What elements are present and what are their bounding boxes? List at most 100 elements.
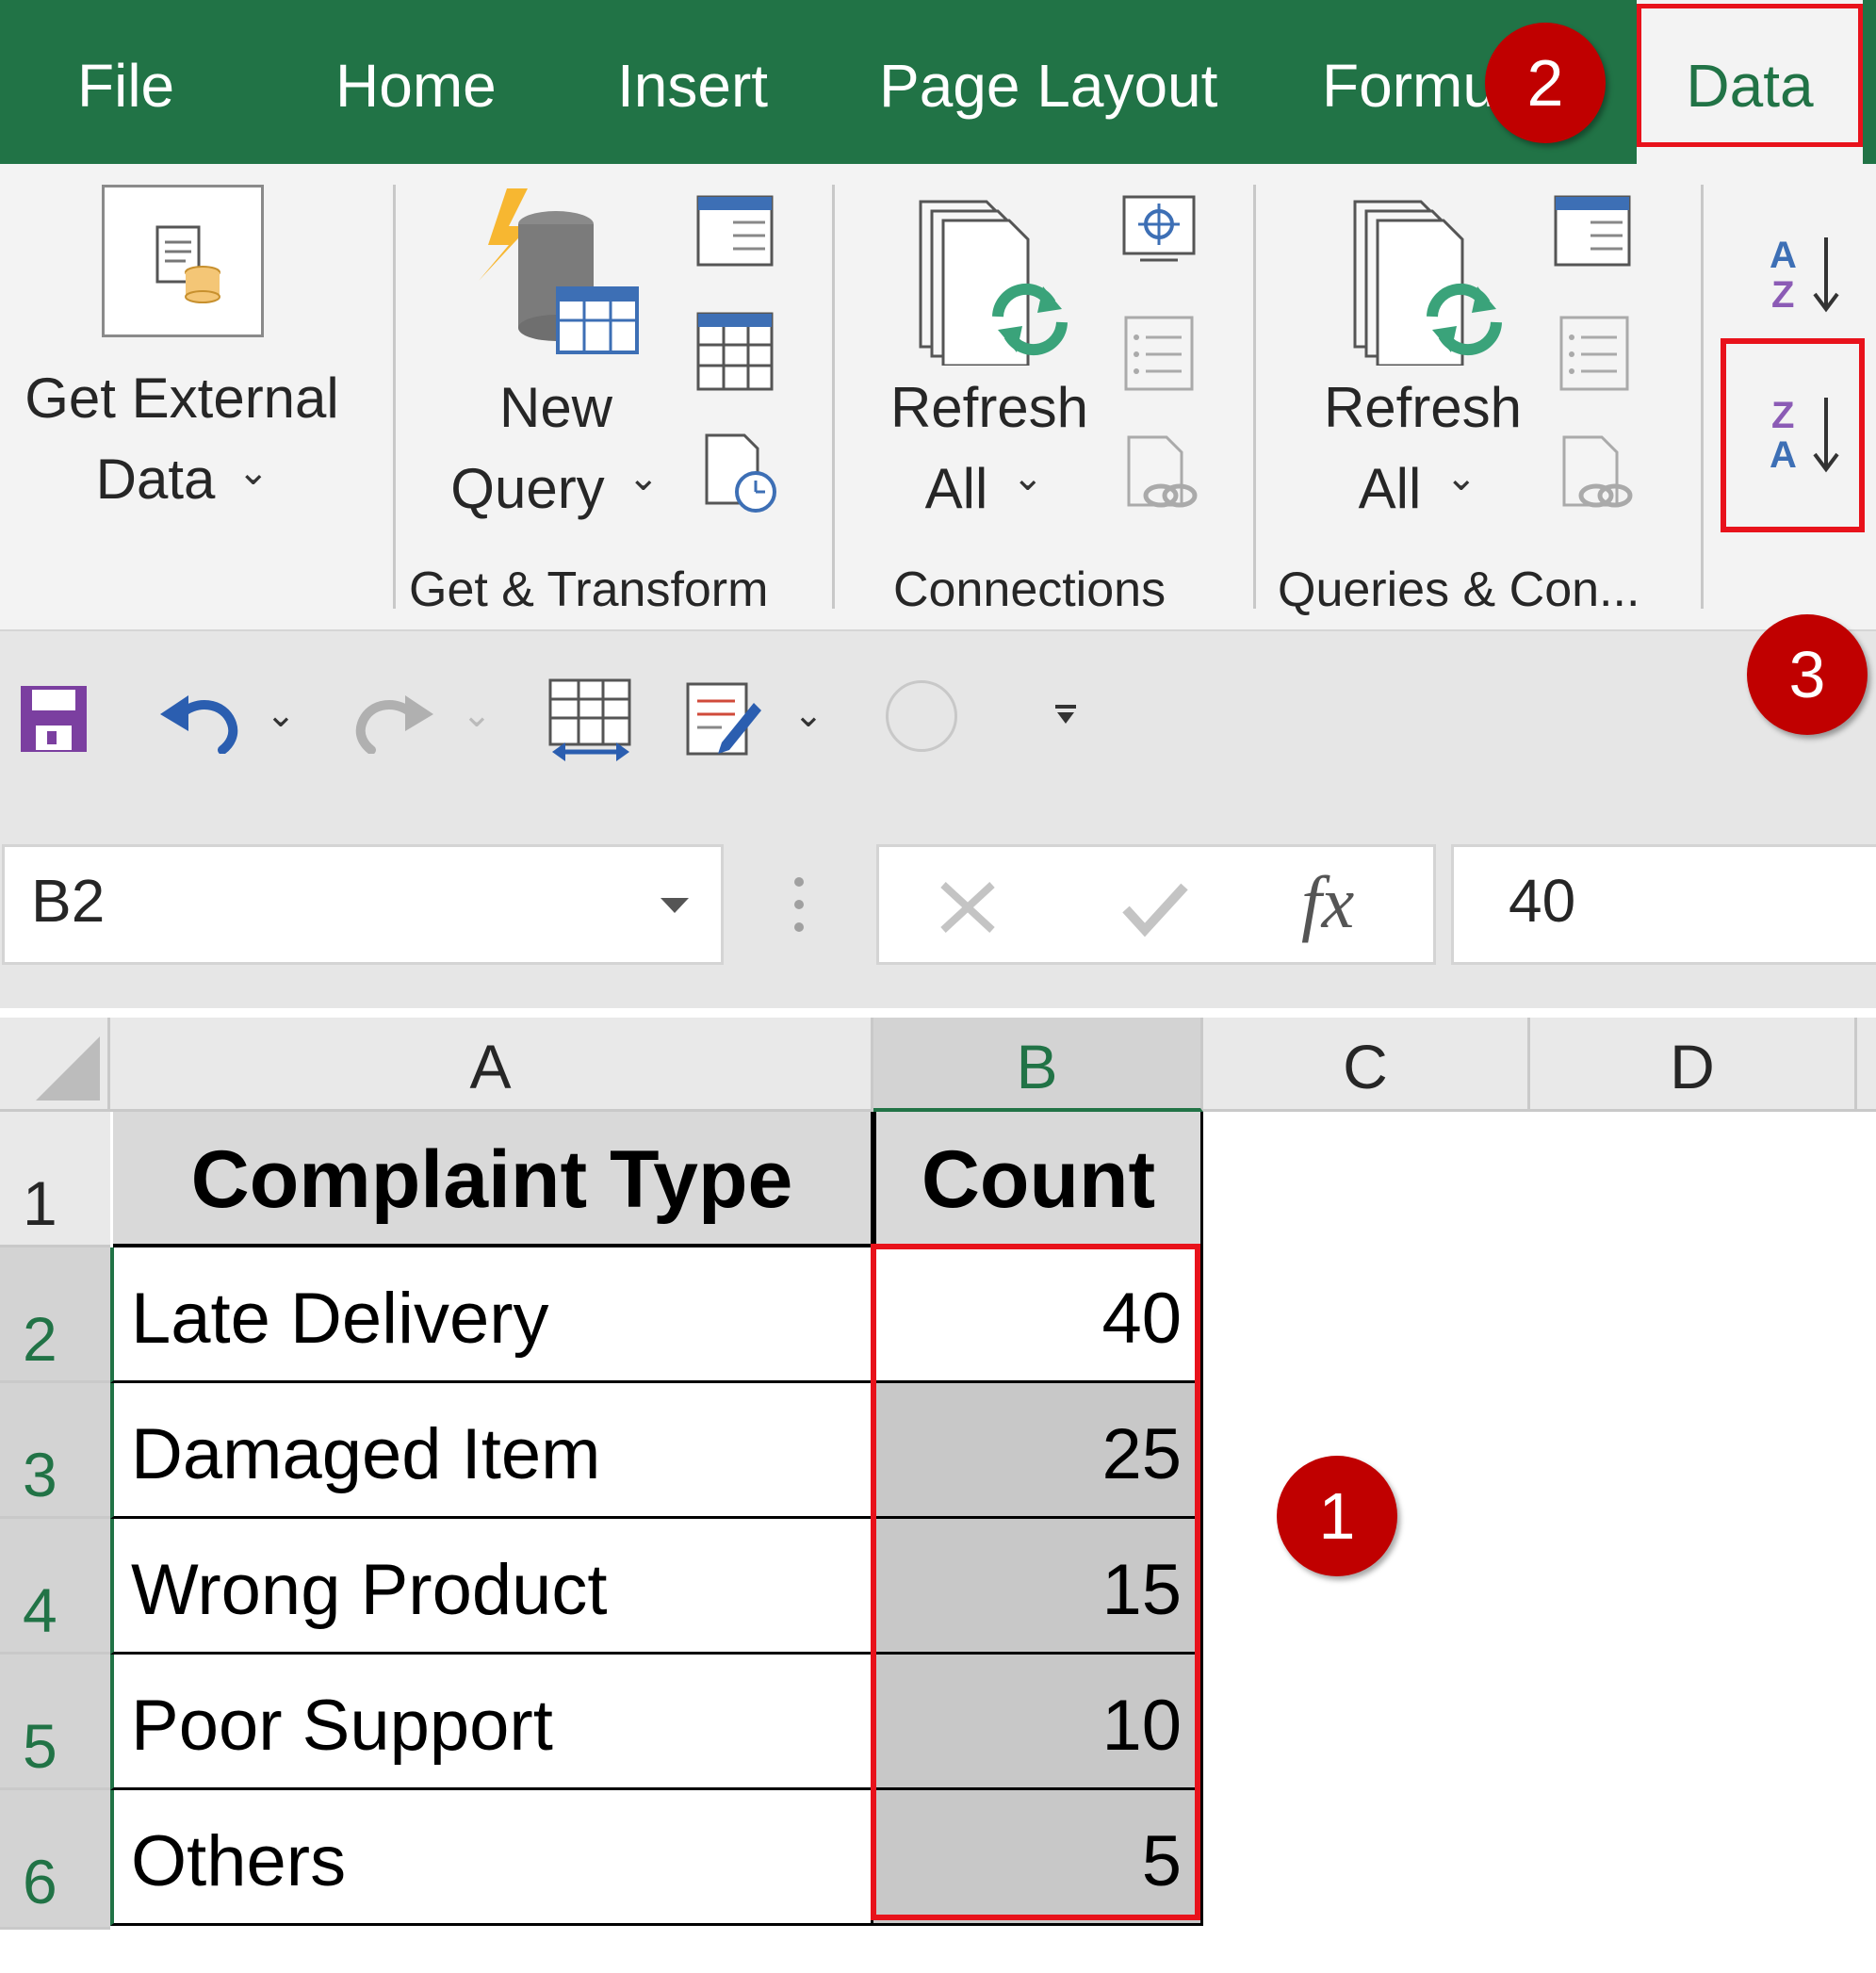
row-header-2[interactable]: 2 <box>0 1247 110 1383</box>
sort-a-to-z-icon: A Z <box>1770 235 1839 316</box>
chevron-down-icon[interactable]: ⌄ <box>1012 456 1044 499</box>
queries-connections-button[interactable] <box>1553 194 1632 272</box>
customize-dropdown-icon <box>1055 705 1076 724</box>
column-header-b[interactable]: B <box>873 1018 1203 1112</box>
cell-a3[interactable]: Damaged Item <box>110 1383 873 1519</box>
formula-value: 40 <box>1509 867 1576 935</box>
svg-text:Z: Z <box>1771 395 1794 436</box>
refresh-documents-icon <box>1353 200 1502 367</box>
column-header-d[interactable]: D <box>1530 1018 1857 1112</box>
chevron-down-icon[interactable]: ⌄ <box>237 450 269 494</box>
header-cell-count[interactable]: Count <box>873 1112 1203 1247</box>
undo-button[interactable] <box>156 682 241 758</box>
show-queries-button[interactable] <box>695 194 775 272</box>
tab-formulas[interactable]: Formu <box>1322 0 1496 164</box>
group-label-queries: Queries & Con... <box>1278 563 1640 617</box>
row-header-5[interactable]: 5 <box>0 1655 110 1790</box>
enter-check-icon[interactable] <box>1122 881 1188 938</box>
new-query-icon <box>479 188 639 354</box>
refresh-documents-icon <box>919 200 1068 367</box>
table-window-icon <box>696 195 774 267</box>
sort-descending-button[interactable]: Z A <box>1768 392 1843 481</box>
insert-function-icon[interactable]: fx <box>1301 860 1354 945</box>
name-box-dropdown-icon[interactable] <box>659 896 691 915</box>
column-header-a[interactable]: A <box>110 1018 873 1112</box>
callout-badge-1: 1 <box>1277 1456 1397 1576</box>
properties-list-icon <box>1124 316 1194 391</box>
refresh-all-queries-label-1: Refresh <box>1323 376 1523 439</box>
tab-file[interactable]: File <box>77 0 174 164</box>
refresh-all-button[interactable] <box>919 196 1069 370</box>
sort-z-to-a-icon: Z A <box>1770 395 1839 476</box>
selection-highlight-b2-b6 <box>871 1244 1200 1920</box>
ribbon-separator <box>1701 185 1704 609</box>
from-table-button[interactable] <box>695 311 775 397</box>
refresh-all-queries-button[interactable] <box>1353 196 1504 370</box>
cell-a5[interactable]: Poor Support <box>110 1655 873 1790</box>
ribbon-separator <box>832 185 835 609</box>
save-icon <box>21 686 87 752</box>
undo-dropdown-chevron-icon[interactable]: ⌄ <box>266 693 296 736</box>
edit-links-button[interactable] <box>1123 433 1199 519</box>
tab-insert[interactable]: Insert <box>617 0 768 164</box>
properties-list-icon <box>1559 316 1629 391</box>
table-grid-icon <box>696 312 774 391</box>
customize-qat-button[interactable] <box>1052 701 1080 734</box>
group-label-get-transform: Get & Transform <box>409 563 769 617</box>
redo-icon <box>355 695 433 755</box>
tab-page-layout[interactable]: Page Layout <box>879 0 1217 164</box>
tab-home[interactable]: Home <box>335 0 497 164</box>
form-button[interactable] <box>684 678 765 764</box>
formula-bar-splitter-icon[interactable] <box>793 876 805 935</box>
get-external-data-label-2: Data <box>95 448 216 511</box>
cancel-icon[interactable] <box>939 881 996 934</box>
refresh-all-label-1: Refresh <box>889 376 1089 439</box>
recent-sources-button[interactable] <box>701 432 782 517</box>
row-header-3[interactable]: 3 <box>0 1383 110 1519</box>
column-width-icon <box>548 678 631 761</box>
connections-button[interactable] <box>1121 194 1197 274</box>
table-window-icon <box>1554 195 1631 267</box>
header-cell-complaint-type[interactable]: Complaint Type <box>113 1112 873 1247</box>
callout-badge-3: 3 <box>1747 614 1868 735</box>
properties-button-2[interactable] <box>1558 315 1630 397</box>
ribbon-separator <box>393 185 396 609</box>
formula-input[interactable]: 40 <box>1451 844 1876 965</box>
save-button[interactable] <box>19 684 89 758</box>
circle-icon[interactable] <box>886 680 957 752</box>
row-header-6[interactable]: 6 <box>0 1790 110 1930</box>
cell-a6[interactable]: Others <box>110 1790 873 1926</box>
chevron-down-icon[interactable]: ⌄ <box>628 456 660 499</box>
column-header-c[interactable]: C <box>1203 1018 1530 1112</box>
chevron-down-icon[interactable]: ⌄ <box>1445 456 1477 499</box>
column-header-e-partial[interactable] <box>1857 1018 1876 1112</box>
name-box-value: B2 <box>31 867 106 935</box>
undo-icon <box>160 695 238 755</box>
properties-button[interactable] <box>1123 315 1195 397</box>
form-edit-icon <box>686 682 761 756</box>
new-query-button[interactable] <box>471 188 650 382</box>
ribbon-separator <box>1253 185 1256 609</box>
get-external-data-button[interactable] <box>102 185 264 337</box>
autofit-column-button[interactable] <box>546 677 635 766</box>
edit-links-button-2[interactable] <box>1558 433 1634 519</box>
select-all-button[interactable] <box>0 1018 110 1112</box>
select-all-triangle-icon <box>36 1036 100 1101</box>
redo-button[interactable] <box>352 682 437 758</box>
row-header-4[interactable]: 4 <box>0 1519 110 1655</box>
cell-a2[interactable]: Late Delivery <box>110 1247 873 1383</box>
svg-text:Z: Z <box>1771 274 1794 316</box>
refresh-all-label-2: All <box>924 457 988 520</box>
redo-dropdown-chevron-icon[interactable]: ⌄ <box>462 693 492 736</box>
name-box[interactable]: B2 <box>2 844 724 965</box>
new-query-label-1: New <box>498 376 613 439</box>
svg-text:A: A <box>1770 434 1797 476</box>
refresh-all-queries-label-2: All <box>1358 457 1422 520</box>
form-dropdown-chevron-icon[interactable]: ⌄ <box>793 693 824 736</box>
recent-sources-icon <box>705 433 776 513</box>
cell-a4[interactable]: Wrong Product <box>110 1519 873 1655</box>
sort-ascending-button[interactable]: A Z <box>1768 232 1843 321</box>
svg-text:A: A <box>1770 235 1797 276</box>
row-header-1[interactable]: 1 <box>0 1112 110 1247</box>
callout-badge-2: 2 <box>1485 23 1606 143</box>
